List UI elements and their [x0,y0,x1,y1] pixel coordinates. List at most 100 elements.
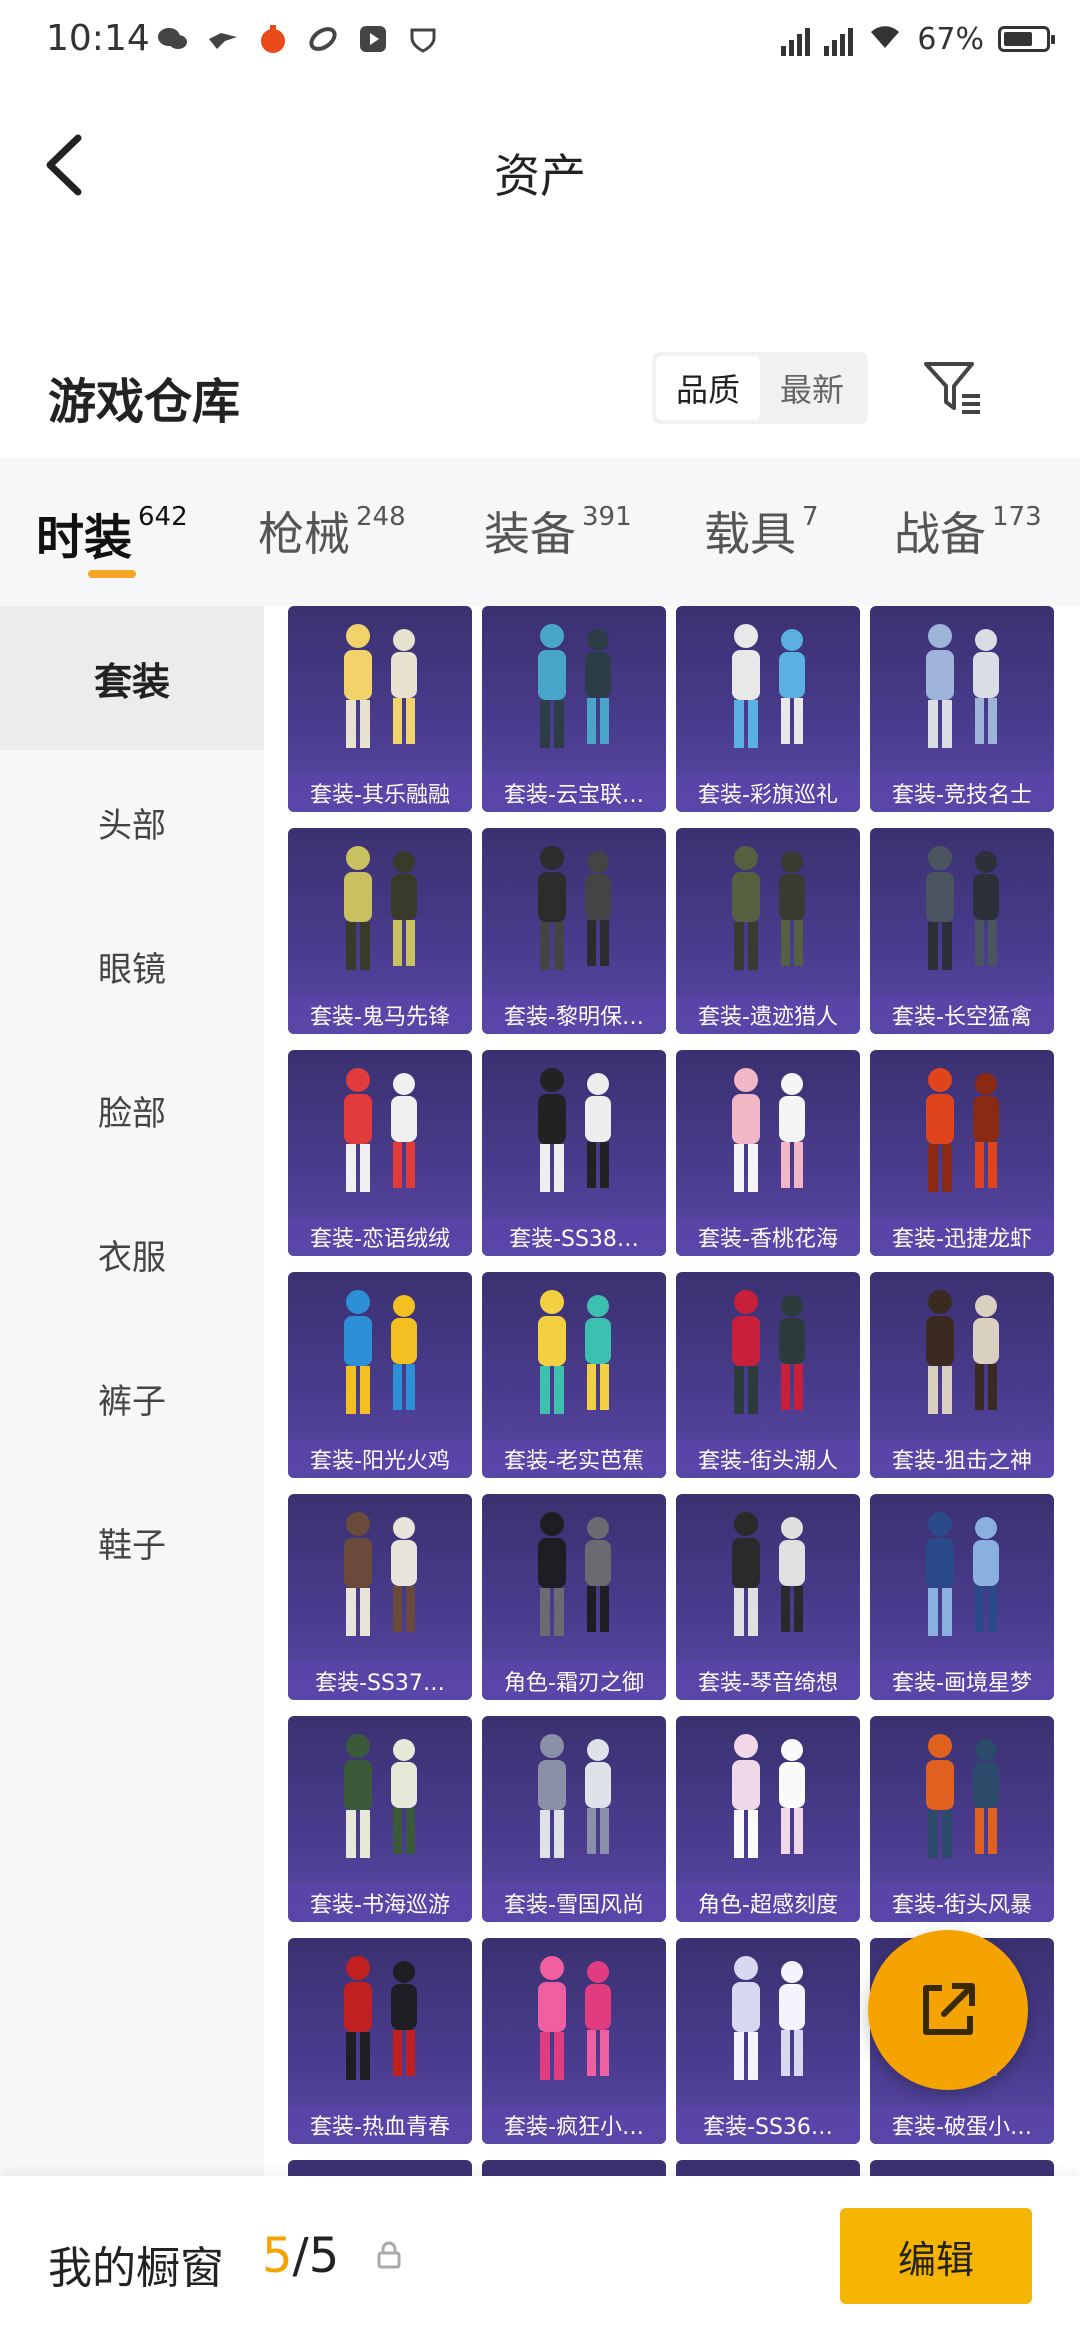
sidebar-item-pants[interactable]: 裤子 [0,1326,264,1470]
share-button[interactable] [868,1930,1028,2090]
item-card[interactable] [870,2160,1054,2176]
sidebar-item-clothes[interactable]: 衣服 [0,1182,264,1326]
sidebar-item-set[interactable]: 套装 [0,606,264,750]
share-icon [923,1983,975,2035]
item-card[interactable]: 套装-书海巡游 [288,1716,472,1922]
item-label: 套装-迅捷龙虾 [870,1218,1054,1256]
item-card[interactable]: 套装-疯狂小… [482,1938,666,2144]
item-card[interactable] [676,2160,860,2176]
item-label: 套装-书海巡游 [288,1884,472,1922]
item-label: 套装-竞技名士 [870,774,1054,812]
showcase-count-current: 5 [262,2228,293,2284]
sidebar-item-head[interactable]: 头部 [0,750,264,894]
sort-newest-button[interactable]: 最新 [760,356,864,420]
item-label: 套装-SS36… [676,2106,860,2144]
sidebar-item-face[interactable]: 脸部 [0,1038,264,1182]
item-label: 套装-疯狂小… [482,2106,666,2144]
item-card[interactable]: 套装-迅捷龙虾 [870,1050,1054,1256]
item-card[interactable]: 套装-街头潮人 [676,1272,860,1478]
item-label: 套装-琴音绮想 [676,1662,860,1700]
showcase-count-total: /5 [292,2228,340,2284]
outfit-thumbnail [344,1734,417,1858]
outfit-thumbnail [732,846,805,970]
item-card[interactable]: 套装-香桃花海 [676,1050,860,1256]
outfit-thumbnail [538,1956,611,2080]
outfit-thumbnail [926,1512,999,1636]
item-card[interactable]: 套装-黎明保… [482,828,666,1034]
item-card[interactable]: 套装-彩旗巡礼 [676,606,860,812]
outfit-thumbnail [926,846,999,970]
item-card[interactable]: 套装-长空猛禽 [870,828,1054,1034]
sidebar-item-glasses[interactable]: 眼镜 [0,894,264,1038]
game-app-icon [256,22,290,56]
item-card[interactable]: 套装-其乐融融 [288,606,472,812]
tab-weapons[interactable]: 枪械 248 [258,498,406,564]
outfit-thumbnail [344,846,417,970]
item-label: 套装-阳光火鸡 [288,1440,472,1478]
wifi-icon [867,20,903,58]
status-time: 10:14 [46,18,150,59]
edit-button[interactable]: 编辑 [840,2208,1032,2304]
tab-equipment[interactable]: 装备 391 [484,498,632,564]
sort-quality-button[interactable]: 品质 [656,356,760,420]
item-card[interactable]: 套装-SS38… [482,1050,666,1256]
sort-toggle: 品质 最新 [652,352,868,424]
item-card[interactable]: 套装-老实芭蕉 [482,1272,666,1478]
item-card[interactable]: 角色-超感刻度 [676,1716,860,1922]
item-card[interactable]: 套装-鬼马先锋 [288,828,472,1034]
item-card[interactable]: 套装-雪国风尚 [482,1716,666,1922]
outfit-thumbnail [344,624,417,748]
system-status: 67% [781,20,1055,58]
item-label: 套装-老实芭蕉 [482,1440,666,1478]
outfit-thumbnail [538,1734,611,1858]
item-label: 角色-霜刃之御 [482,1662,666,1700]
item-card[interactable]: 套装-竞技名士 [870,606,1054,812]
lock-icon [374,2240,404,2270]
item-card[interactable]: 套装-琴音绮想 [676,1494,860,1700]
item-label: 套装-黎明保… [482,996,666,1034]
item-card[interactable]: 角色-霜刃之御 [482,1494,666,1700]
item-label: 角色-超感刻度 [676,1884,860,1922]
outfit-thumbnail [538,1290,611,1414]
item-label: 套装-彩旗巡礼 [676,774,860,812]
outfit-thumbnail [926,1734,999,1858]
item-card[interactable]: 套装-街头风暴 [870,1716,1054,1922]
item-label: 套装-其乐融融 [288,774,472,812]
item-card[interactable]: 套装-阳光火鸡 [288,1272,472,1478]
item-card[interactable]: 套装-云宝联… [482,606,666,812]
link-app-icon [306,22,340,56]
tab-vehicles[interactable]: 载具 7 [704,498,819,564]
outfit-thumbnail [732,1734,805,1858]
tab-combat-gear[interactable]: 战备 173 [894,498,1042,564]
outfit-thumbnail [344,1956,417,2080]
item-label: 套装-画境星梦 [870,1662,1054,1700]
outfit-thumbnail [344,1068,417,1192]
section-title: 游戏仓库 [48,374,241,430]
category-tabs: 时装 642 枪械 248 装备 391 载具 7 战备 173 [0,458,1080,606]
outfit-thumbnail [538,624,611,748]
showcase-bar: 我的橱窗 5/5 编辑 [0,2176,1080,2340]
item-label: 套装-破蛋小… [870,2106,1054,2144]
tab-fashion[interactable]: 时装 642 [36,498,188,568]
filter-button[interactable] [922,356,986,420]
item-card[interactable] [482,2160,666,2176]
item-label: 套装-遗迹猎人 [676,996,860,1034]
item-label: 套装-街头潮人 [676,1440,860,1478]
item-card[interactable]: 套装-热血青春 [288,1938,472,2144]
item-card[interactable]: 套装-狙击之神 [870,1272,1054,1478]
sidebar-item-shoes[interactable]: 鞋子 [0,1470,264,1614]
outfit-thumbnail [926,1068,999,1192]
item-card[interactable]: 套装-SS36… [676,1938,860,2144]
notification-icons [156,22,440,56]
item-card[interactable]: 套装-SS37… [288,1494,472,1700]
item-card[interactable]: 套装-恋语绒绒 [288,1050,472,1256]
outfit-thumbnail [732,1290,805,1414]
showcase-label: 我的橱窗 [48,2243,224,2294]
page-title: 资产 [494,149,586,203]
item-card[interactable] [288,2160,472,2176]
item-label: 套装-狙击之神 [870,1440,1054,1478]
item-card[interactable]: 套装-遗迹猎人 [676,828,860,1034]
item-label: 套装-热血青春 [288,2106,472,2144]
showcase-count: 5/5 [262,2228,339,2284]
item-card[interactable]: 套装-画境星梦 [870,1494,1054,1700]
